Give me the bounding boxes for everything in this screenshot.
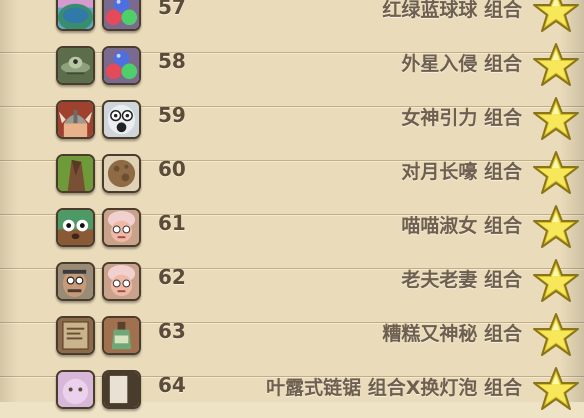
- screaming-robot-icon: [102, 100, 141, 139]
- achievement-row[interactable]: 62 老夫老妻 组合: [0, 256, 584, 310]
- achievement-row[interactable]: 59 女神引力 组合: [0, 94, 584, 148]
- wolf-fur-icon: [56, 154, 95, 193]
- achievement-number: 59: [158, 103, 186, 127]
- achievement-row[interactable]: 57 红绿蓝球球 组合: [0, 0, 584, 40]
- gold-star-icon: [532, 42, 580, 88]
- gold-star-icon: [532, 366, 580, 412]
- achievement-number: 57: [158, 0, 186, 19]
- old-lady-face-icon: [102, 208, 141, 247]
- achievement-number: 63: [158, 319, 186, 343]
- ufo-saucer-icon: [56, 46, 95, 85]
- achievement-number: 62: [158, 265, 186, 289]
- achievement-row[interactable]: 64 叶露式链锯 组合X换灯泡 组合: [0, 364, 584, 418]
- achievement-title: 糟糕又神秘 组合: [382, 323, 522, 345]
- old-man-face-icon: [56, 262, 95, 301]
- dark-panel-icon: [102, 370, 141, 409]
- moon-icon: [102, 154, 141, 193]
- pink-creature-icon: [56, 370, 95, 409]
- planet-world-icon: [56, 0, 95, 31]
- achievement-title: 老夫老妻 组合: [401, 269, 522, 291]
- terrible-secrets-book-icon: [56, 316, 95, 355]
- achievement-row[interactable]: 61 喵喵淑女 组合: [0, 202, 584, 256]
- achievement-title: 女神引力 组合: [401, 107, 522, 129]
- achievement-title: 红绿蓝球球 组合: [382, 0, 522, 21]
- achievement-row[interactable]: 58 外星入侵 组合: [0, 40, 584, 94]
- achievement-title: 外星入侵 组合: [401, 53, 522, 75]
- rgb-balls-icon: [102, 0, 141, 31]
- achievement-title: 对月长嚎 组合: [401, 161, 522, 183]
- achievement-title: 叶露式链锯 组合X换灯泡 组合: [266, 377, 522, 399]
- achievement-number: 64: [158, 373, 186, 397]
- gold-star-icon: [532, 258, 580, 304]
- gold-star-icon: [532, 312, 580, 358]
- rgb-balls-icon: [102, 46, 141, 85]
- achievement-number: 58: [158, 49, 186, 73]
- potion-bottle-icon: [102, 316, 141, 355]
- achievement-number: 60: [158, 157, 186, 181]
- gold-star-icon: [532, 0, 580, 34]
- gold-star-icon: [532, 204, 580, 250]
- tanuki-face-icon: [56, 208, 95, 247]
- old-lady-face-icon: [102, 262, 141, 301]
- viking-helmet-icon: [56, 100, 95, 139]
- achievement-title: 喵喵淑女 组合: [401, 215, 522, 237]
- gold-star-icon: [532, 96, 580, 142]
- achievement-number: 61: [158, 211, 186, 235]
- gold-star-icon: [532, 150, 580, 196]
- achievement-row[interactable]: 60 对月长嚎 组合: [0, 148, 584, 202]
- achievement-row[interactable]: 63 糟糕又神秘 组合: [0, 310, 584, 364]
